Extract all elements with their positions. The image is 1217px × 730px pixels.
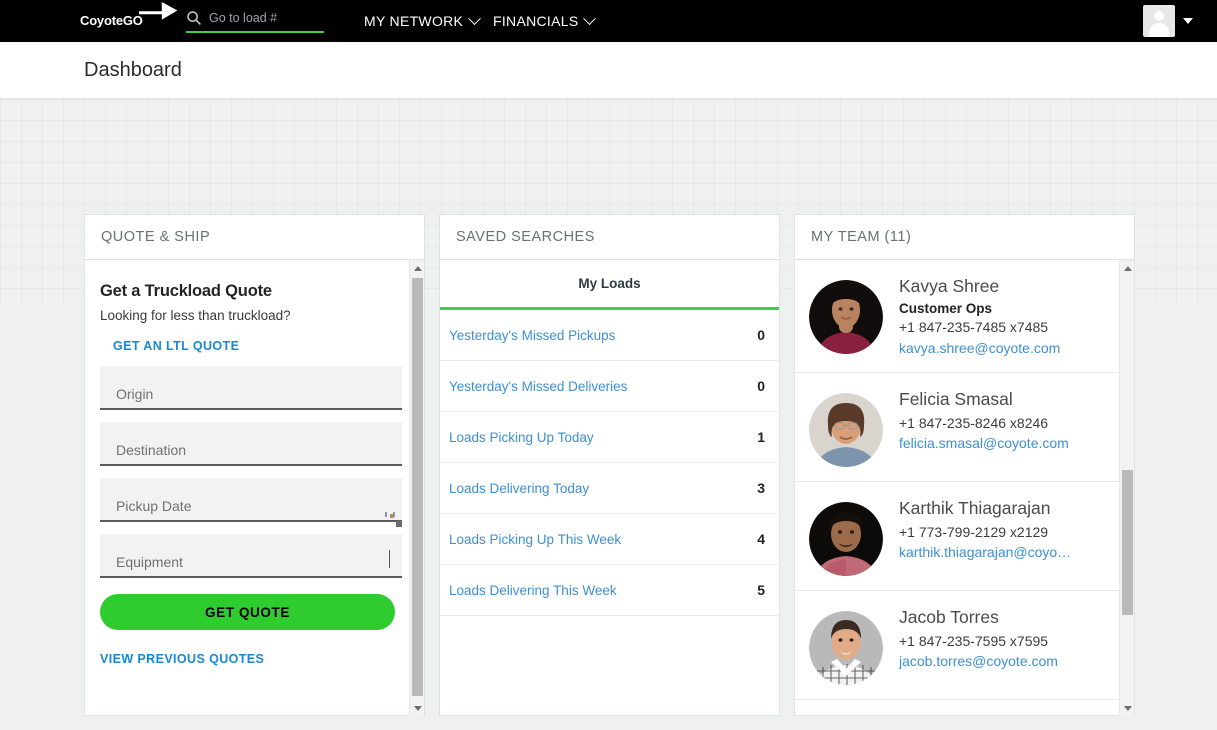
pickup-date-field[interactable]: Pickup Date	[100, 478, 402, 527]
saved-search-label[interactable]: Loads Delivering This Week	[449, 583, 617, 598]
team-member-name: Jacob Torres	[899, 606, 999, 627]
scrollbar-thumb[interactable]	[412, 278, 423, 696]
tab-my-loads[interactable]: My Loads	[578, 276, 640, 291]
truckload-quote-heading: Get a Truckload Quote	[100, 282, 272, 300]
caret-down-icon	[1183, 18, 1193, 24]
destination-field[interactable]: Destination	[100, 422, 402, 466]
saved-search-label[interactable]: Yesterday's Missed Pickups	[449, 328, 615, 343]
saved-search-count: 4	[757, 531, 765, 547]
nav-financials[interactable]: FINANCIALS	[493, 0, 597, 42]
arrow-right-icon	[137, 0, 178, 26]
saved-search-count: 5	[757, 582, 765, 598]
load-search-box[interactable]: Go to load #	[186, 5, 324, 33]
origin-field[interactable]: Origin	[100, 366, 402, 410]
equipment-placeholder: Equipment	[116, 554, 183, 570]
my-team-header: MY TEAM (11)	[795, 215, 1134, 260]
team-member-name: Karthik Thiagarajan	[899, 497, 1051, 518]
scroll-up-button[interactable]	[410, 260, 424, 276]
team-member-email[interactable]: kavya.shree@coyote.com	[899, 339, 1060, 358]
coyotego-logo[interactable]: CoyoteGO	[80, 1, 180, 35]
get-ltl-quote-link[interactable]: GET AN LTL QUOTE	[113, 339, 239, 353]
team-member-row[interactable]: Kavya Shree Customer Ops +1 847-235-7485…	[795, 260, 1119, 373]
saved-search-count: 1	[757, 429, 765, 445]
saved-searches-title: SAVED SEARCHES	[456, 229, 595, 245]
nav-financials-label: FINANCIALS	[493, 13, 579, 29]
saved-search-label[interactable]: Loads Picking Up This Week	[449, 532, 621, 547]
account-menu[interactable]	[1143, 0, 1193, 42]
truckload-quote-subheading: Looking for less than truckload?	[100, 308, 291, 323]
logo-text: CoyoteGO	[80, 13, 143, 28]
saved-search-label[interactable]: Loads Picking Up Today	[449, 430, 594, 445]
saved-search-row[interactable]: Loads Delivering This Week 5	[440, 565, 779, 616]
nav-my-network-label: MY NETWORK	[364, 13, 464, 29]
team-member-name: Kavya Shree	[899, 276, 1000, 296]
my-team-scrollbar[interactable]	[1119, 260, 1134, 716]
page-title: Dashboard	[84, 58, 182, 81]
view-previous-quotes-link[interactable]: VIEW PREVIOUS QUOTES	[100, 652, 264, 666]
chevron-down-icon	[583, 11, 597, 25]
team-member-row[interactable]: Karthik Thiagarajan +1 773-799-2129 x212…	[795, 482, 1119, 591]
team-member-phone: +1 847-235-8246 x8246	[899, 414, 1049, 431]
my-team-card: MY TEAM (11) Kavya Shree Customer Ops +1…	[794, 214, 1135, 716]
team-member-email[interactable]: felicia.smasal@coyote.com	[899, 434, 1069, 453]
get-quote-button[interactable]: GET QUOTE	[100, 594, 395, 630]
my-team-body: Kavya Shree Customer Ops +1 847-235-7485…	[795, 260, 1134, 716]
saved-search-row[interactable]: Yesterday's Missed Pickups 0	[440, 310, 779, 361]
team-member-phone: +1 847-235-7485 x7485	[899, 318, 1049, 335]
team-member-email[interactable]: jacob.torres@coyote.com	[899, 652, 1058, 671]
saved-search-count: 0	[757, 327, 765, 343]
page-header: Dashboard	[0, 42, 1217, 99]
quote-and-ship-title: QUOTE & SHIP	[101, 229, 211, 245]
team-member-email[interactable]: karthik.thiagarajan@coyo…	[899, 543, 1071, 562]
saved-searches-card: SAVED SEARCHES My Loads Yesterday's Miss…	[439, 214, 780, 716]
avatar	[809, 392, 883, 467]
my-team-title: MY TEAM (11)	[811, 229, 912, 245]
search-icon	[186, 10, 202, 26]
origin-placeholder: Origin	[116, 386, 154, 402]
saved-searches-tabs: My Loads	[440, 260, 779, 310]
saved-search-row[interactable]: Loads Picking Up This Week 4	[440, 514, 779, 565]
top-navigation-bar: CoyoteGO Go to load # MY NETWORK FINANCI…	[0, 0, 1217, 42]
quote-and-ship-body: Get a Truckload Quote Looking for less t…	[85, 260, 424, 716]
quote-and-ship-header: QUOTE & SHIP	[85, 215, 424, 260]
avatar	[809, 501, 883, 576]
user-avatar-icon	[1143, 5, 1175, 37]
saved-search-label[interactable]: Yesterday's Missed Deliveries	[449, 379, 627, 394]
destination-placeholder: Destination	[116, 442, 187, 458]
quote-and-ship-card: QUOTE & SHIP Get a Truckload Quote Looki…	[84, 214, 425, 716]
chevron-down-icon	[468, 11, 482, 25]
quote-ship-scrollbar[interactable]	[409, 260, 424, 716]
search-input[interactable]: Go to load #	[209, 11, 277, 25]
saved-search-count: 3	[757, 480, 765, 496]
team-member-row[interactable]: Felicia Smasal +1 847-235-8246 x8246 fel…	[795, 373, 1119, 482]
avatar	[809, 280, 883, 354]
dashboard-content: QUOTE & SHIP Get a Truckload Quote Looki…	[0, 99, 1217, 730]
team-member-role: Customer Ops	[899, 300, 993, 316]
avatar	[809, 610, 883, 685]
scrollbar-thumb[interactable]	[1122, 470, 1133, 615]
scroll-down-button[interactable]	[410, 700, 424, 716]
chevron-down-icon[interactable]	[389, 550, 390, 568]
saved-searches-header: SAVED SEARCHES	[440, 215, 779, 260]
saved-searches-list: Yesterday's Missed Pickups 0 Yesterday's…	[440, 310, 779, 616]
scroll-up-button[interactable]	[1120, 260, 1134, 276]
nav-my-network[interactable]: MY NETWORK	[364, 0, 482, 42]
equipment-field[interactable]: Equipment	[100, 534, 402, 578]
team-member-phone: +1 847-235-7595 x7595	[899, 632, 1049, 649]
team-member-row[interactable]: Jacob Torres +1 847-235-7595 x7595 jacob…	[795, 591, 1119, 700]
team-member-name: Felicia Smasal	[899, 388, 1013, 409]
pickup-date-placeholder: Pickup Date	[116, 498, 192, 514]
team-member-phone: +1 773-799-2129 x2129	[899, 523, 1049, 540]
saved-search-row[interactable]: Yesterday's Missed Deliveries 0	[440, 361, 779, 412]
scroll-down-button[interactable]	[1120, 700, 1134, 716]
saved-search-row[interactable]: Loads Picking Up Today 1	[440, 412, 779, 463]
saved-search-label[interactable]: Loads Delivering Today	[449, 481, 589, 496]
saved-search-row[interactable]: Loads Delivering Today 3	[440, 463, 779, 514]
saved-search-count: 0	[757, 378, 765, 394]
